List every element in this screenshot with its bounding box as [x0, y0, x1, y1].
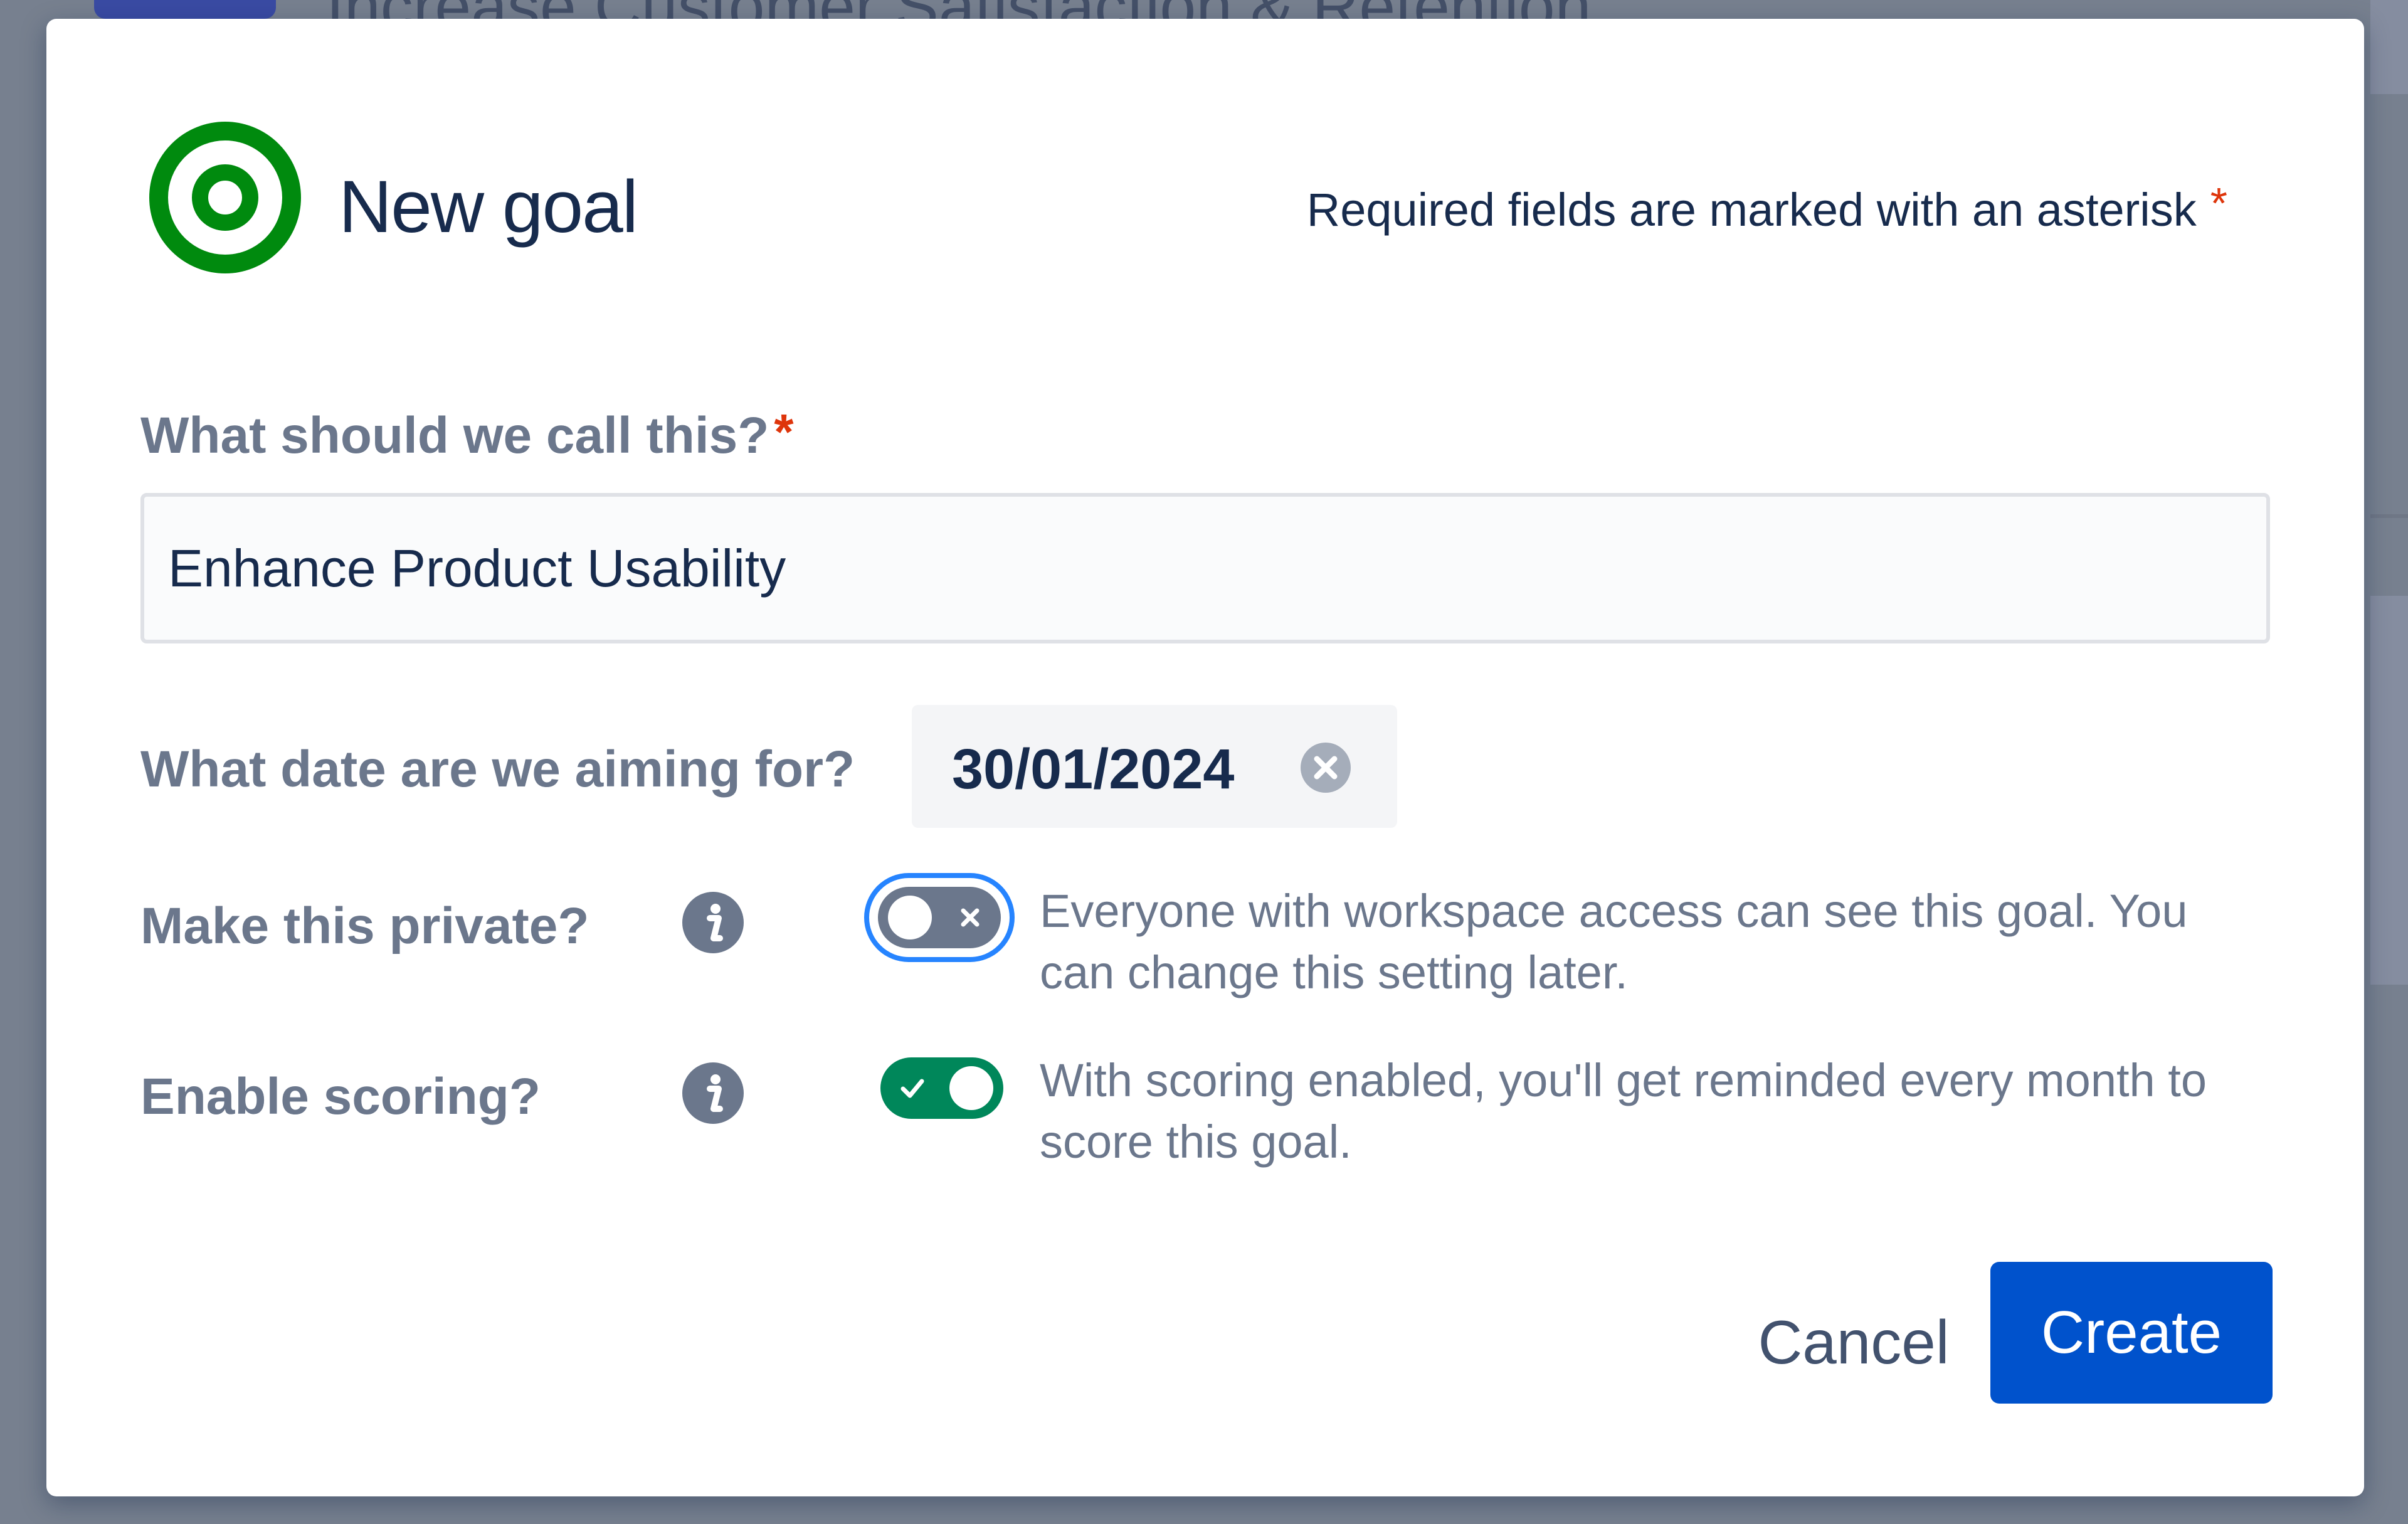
new-goal-dialog: New goal Required fields are marked with… — [46, 19, 2364, 1496]
target-date-picker[interactable]: 30/01/2024 — [912, 705, 1397, 828]
x-icon — [961, 908, 980, 927]
private-helper-text: Everyone with workspace access can see t… — [1040, 885, 2188, 998]
scoring-toggle[interactable] — [880, 1057, 1003, 1119]
create-button[interactable]: Create — [1990, 1262, 2273, 1404]
scoring-field-label: Enable scoring? — [140, 1068, 541, 1125]
private-toggle[interactable] — [878, 887, 1001, 948]
info-icon[interactable] — [682, 892, 744, 953]
date-field-label: What date are we aiming for? — [140, 741, 855, 798]
target-icon — [147, 119, 304, 276]
background-divider — [2370, 514, 2408, 518]
background-panel-edge — [2370, 0, 2408, 94]
required-note-text: Required fields are marked with an aster… — [1306, 184, 2197, 236]
required-fields-note: Required fields are marked with an aster… — [1306, 179, 2227, 236]
cancel-button[interactable]: Cancel — [1747, 1273, 1960, 1411]
info-icon[interactable] — [682, 1062, 744, 1124]
toggle-knob — [949, 1066, 993, 1110]
clear-circle-icon[interactable] — [1301, 743, 1351, 793]
toggle-knob — [888, 896, 932, 939]
goal-name-input[interactable] — [140, 493, 2270, 643]
dialog-title: New goal — [339, 166, 638, 248]
private-field-label: Make this private? — [140, 897, 589, 955]
required-asterisk: * — [2210, 179, 2227, 228]
background-panel-edge-lower — [2370, 596, 2408, 985]
check-icon — [900, 1079, 924, 1098]
name-label-text: What should we call this? — [140, 407, 769, 464]
scoring-helper-text: With scoring enabled, you'll get reminde… — [1040, 1054, 2207, 1168]
background-goal-icon — [94, 0, 276, 19]
name-field-label: What should we call this? * — [140, 404, 794, 465]
name-required-asterisk: * — [774, 404, 794, 460]
target-date-value: 30/01/2024 — [952, 738, 1235, 801]
